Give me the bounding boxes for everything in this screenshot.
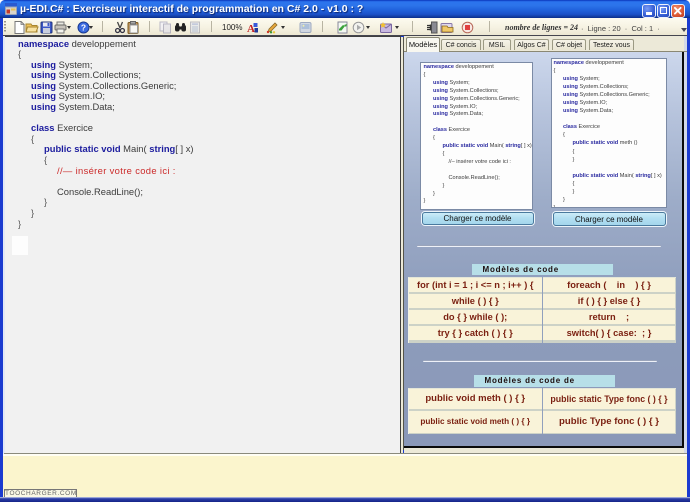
svg-text:?: ? — [80, 23, 85, 33]
